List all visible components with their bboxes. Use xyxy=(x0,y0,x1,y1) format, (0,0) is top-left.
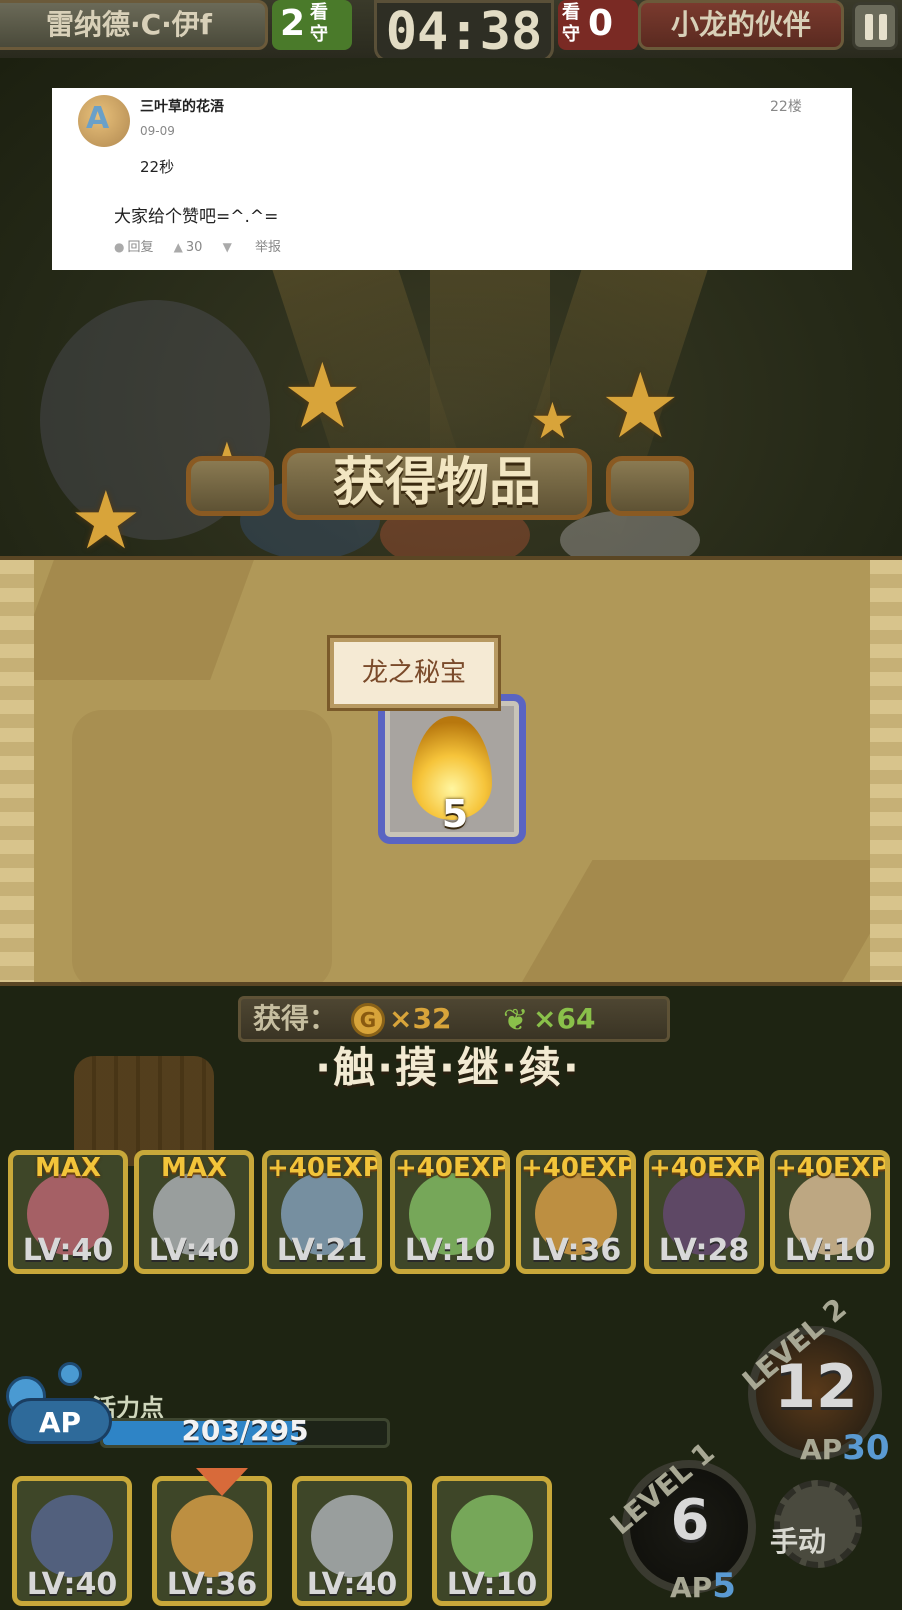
exp-gain-tag: MAX xyxy=(160,1153,228,1183)
map-terrain xyxy=(72,710,332,982)
ap-badge: AP xyxy=(8,1398,112,1444)
avatar[interactable]: A xyxy=(78,95,130,147)
reply-label: 回复 xyxy=(127,240,154,255)
party-member-card: +40EXP LV:10 xyxy=(770,1150,890,1274)
exp-gain-tag: +40EXP xyxy=(649,1153,764,1183)
skill-level1-ap-label: AP xyxy=(670,1571,713,1604)
character-level: LV:36 xyxy=(530,1233,622,1268)
team-member-card[interactable]: LV:10 xyxy=(432,1476,552,1606)
feather-icon: ❦ xyxy=(503,1003,529,1038)
team-member-card[interactable]: LV:40 xyxy=(12,1476,132,1606)
exp-amount: ×64 xyxy=(533,1002,596,1035)
character-portrait xyxy=(171,1495,253,1577)
rewards-label: 获得： xyxy=(253,1002,338,1035)
obtained-items-banner: 获得物品 xyxy=(282,448,592,520)
character-portrait xyxy=(31,1495,113,1577)
left-guard-counter: 2 看守 xyxy=(272,0,352,50)
item-name-label: 龙之秘宝 xyxy=(330,638,498,708)
party-member-card: +40EXP LV:10 xyxy=(390,1150,510,1274)
exp-gain-tag: +40EXP xyxy=(267,1153,382,1183)
character-portrait xyxy=(311,1495,393,1577)
thumbs-down-icon: ▼ xyxy=(222,240,232,254)
star-icon: ★ xyxy=(70,474,142,567)
character-level: LV:10 xyxy=(784,1233,876,1268)
character-level: LV:21 xyxy=(276,1233,368,1268)
gold-amount: ×32 xyxy=(389,1002,452,1035)
bubble-icon xyxy=(58,1362,82,1386)
exp-gain-tag: +40EXP xyxy=(521,1153,636,1183)
character-portrait xyxy=(451,1495,533,1577)
post-text-line2: 大家给个赞吧=^.^= xyxy=(114,207,279,227)
report-label: 举报 xyxy=(254,240,281,255)
selected-arrow-icon xyxy=(196,1468,248,1496)
character-level: LV:10 xyxy=(446,1567,538,1602)
thumbs-up-icon: ▲ xyxy=(173,240,183,254)
right-guard-count: 0 xyxy=(588,3,614,44)
scroll-edge-left xyxy=(0,560,34,982)
right-guard-counter: 看守 0 xyxy=(558,0,638,50)
left-guard-label: 看守 xyxy=(310,2,328,45)
character-level: LV:10 xyxy=(404,1233,496,1268)
skill-level2-ap-label: AP xyxy=(800,1433,843,1466)
scroll-edge-right xyxy=(870,560,902,982)
left-team-name: 雷纳德·C·伊f xyxy=(0,0,268,50)
reply-button[interactable]: ● 回复 xyxy=(114,236,154,255)
banner-left-ornament xyxy=(186,456,274,516)
post-actions: ● 回复 ▲ 30 ▼ 举报 xyxy=(114,236,297,255)
left-guard-count: 2 xyxy=(280,3,306,44)
character-level: LV:40 xyxy=(306,1567,398,1602)
character-level: LV:40 xyxy=(26,1567,118,1602)
character-level: LV:36 xyxy=(166,1567,258,1602)
post-floor-number: 22楼 xyxy=(770,99,802,115)
skill-level2-ap-value: 30 xyxy=(842,1428,890,1468)
report-button[interactable]: 举报 xyxy=(255,236,281,255)
skill-level1-number: 6 xyxy=(670,1488,710,1553)
star-icon: ★ xyxy=(282,344,363,449)
team-member-card[interactable]: LV:40 xyxy=(292,1476,412,1606)
ap-value: 203/295 xyxy=(181,1414,309,1447)
skill-level2-number: 12 xyxy=(774,1352,858,1422)
character-level: LV:28 xyxy=(658,1233,750,1268)
touch-to-continue-prompt[interactable]: ·触·摸·继·续· xyxy=(258,1040,638,1096)
skill-level1-ap-value: 5 xyxy=(712,1566,736,1606)
party-member-card: +40EXP LV:28 xyxy=(644,1150,764,1274)
manual-mode-button[interactable]: 手动 xyxy=(770,1520,826,1560)
post-text-line1: 22秒 xyxy=(140,158,175,176)
item-count: 5 xyxy=(441,792,469,836)
avatar-glyph-icon: A xyxy=(86,101,110,136)
comment-icon: ● xyxy=(114,240,125,254)
map-terrain xyxy=(32,560,254,680)
star-icon: ★ xyxy=(600,354,681,459)
gold-coin-icon: G xyxy=(351,1003,385,1037)
banner-right-ornament xyxy=(606,456,694,516)
pause-button[interactable] xyxy=(852,2,898,50)
rewards-bar: 获得： G ×32 ❦ ×64 xyxy=(238,996,670,1042)
character-level: LV:40 xyxy=(148,1233,240,1268)
post-date: 09-09 xyxy=(140,124,175,138)
party-member-card: +40EXP LV:36 xyxy=(516,1150,636,1274)
post-username[interactable]: 三叶草的花浯 xyxy=(140,96,224,116)
party-member-card: MAX LV:40 xyxy=(134,1150,254,1274)
party-member-card: MAX LV:40 xyxy=(8,1150,128,1274)
party-member-card: +40EXP LV:21 xyxy=(262,1150,382,1274)
right-guard-label: 看守 xyxy=(562,2,580,45)
skill-level2-ap: AP30 xyxy=(800,1428,890,1468)
like-button[interactable]: ▲ 30 xyxy=(174,240,203,255)
like-count: 30 xyxy=(185,240,203,255)
skill-level1-ap: AP5 xyxy=(670,1566,736,1606)
exp-gain-tag: +40EXP xyxy=(775,1153,890,1183)
exp-gain-tag: +40EXP xyxy=(395,1153,510,1183)
character-level: LV:40 xyxy=(22,1233,114,1268)
right-team-name: 小龙的伙伴 xyxy=(638,0,844,50)
map-terrain xyxy=(511,860,870,982)
exp-gain-tag: MAX xyxy=(34,1153,102,1183)
dislike-button[interactable]: ▼ xyxy=(223,240,235,255)
battle-timer: 04:38 xyxy=(374,0,554,62)
